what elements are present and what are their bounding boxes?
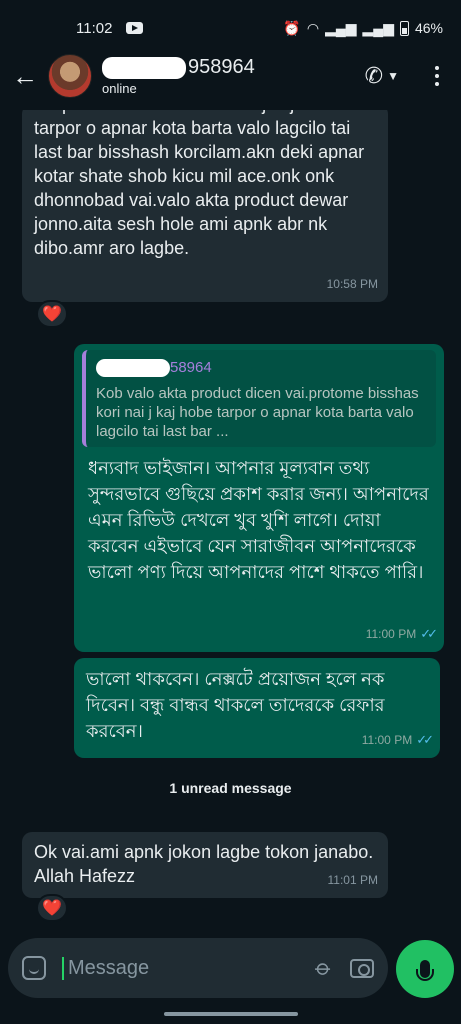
message-bubble[interactable]: ভালো থাকবেন। নেক্সটে প্রয়োজন হলে নক দিব… [74,658,440,758]
message-time: 11:01 PM [327,873,378,887]
message-input[interactable]: Message [62,956,317,980]
redaction-mark [102,56,186,79]
reaction-heart-icon[interactable]: ❤️ [36,300,68,328]
alarm-icon: ⏰ [283,19,301,36]
more-vert-icon[interactable] [425,66,449,86]
quoted-message[interactable]: 58964 Kob valo akta product dicen vai.pr… [82,350,436,447]
status-icons: ⏰ ◠ ▂▄▆ ▂▄▆ 46% [283,20,443,37]
message-time: 11:00 PM [365,627,417,641]
message-text: ধন্যবাদ ভাইজান। আপনার মূল্যবান তথ্য সুন্… [88,458,429,582]
phone-icon: ✆ [364,63,384,88]
reaction-heart-icon[interactable]: ❤️ [36,894,68,922]
status-time: 11:02 [76,19,113,37]
message-meta: 11:01 PM [328,868,378,892]
message-composer: Message ⌀ [8,938,388,998]
redaction-mark [96,359,170,377]
message-meta: 11:00 PM ✓✓ [361,728,434,752]
message-text: vai.protome bisshas kori nai j kaj hobe … [34,110,365,258]
signal-icon-2: ▂▄▆ [362,19,394,36]
message-meta: 10:58 PM [327,272,378,296]
message-text: Ok vai.ami apnk jokon lagbe tokon janabo… [34,842,374,886]
contact-name: 958964 [102,56,255,79]
home-indicator[interactable] [164,1012,298,1016]
message-bubble[interactable]: 58964 Kob valo akta product dicen vai.pr… [74,344,444,652]
sticker-icon[interactable] [22,956,46,980]
message-time: 10:58 PM [326,277,378,291]
contact-info[interactable]: 958964 online [102,56,255,96]
message-bubble[interactable]: Ok vai.ami apnk jokon lagbe tokon janabo… [22,832,388,898]
message-list[interactable]: vai.protome bisshas kori nai j kaj hobe … [0,110,461,932]
unread-divider: 1 unread message [169,780,292,796]
message-bubble[interactable]: vai.protome bisshas kori nai j kaj hobe … [22,110,388,302]
chevron-down-icon: ▼ [387,69,399,83]
youtube-notification-icon [126,22,144,34]
quote-sender: 58964 [96,356,426,380]
battery-percent: 46% [414,20,443,36]
signal-icon: ▂▄▆ [325,19,357,36]
contact-status: online [102,81,137,96]
wifi-icon: ◠ [306,19,320,36]
avatar[interactable] [48,54,92,98]
chat-header: ← 958964 online ✆ ▼ [0,42,461,110]
battery-icon [399,20,409,36]
mic-icon [416,960,434,981]
back-arrow-icon[interactable]: ← [12,63,38,89]
read-ticks-icon: ✓✓ [416,732,434,747]
call-button[interactable]: ✆ ▼ [365,63,399,89]
read-ticks-icon: ✓✓ [420,626,438,641]
mic-button[interactable] [396,940,454,998]
quote-text: Kob valo akta product dicen vai.protome … [96,385,419,440]
message-time: 11:00 PM [361,733,413,747]
message-meta: 11:00 PM ✓✓ [365,622,438,646]
camera-icon[interactable] [350,958,374,978]
